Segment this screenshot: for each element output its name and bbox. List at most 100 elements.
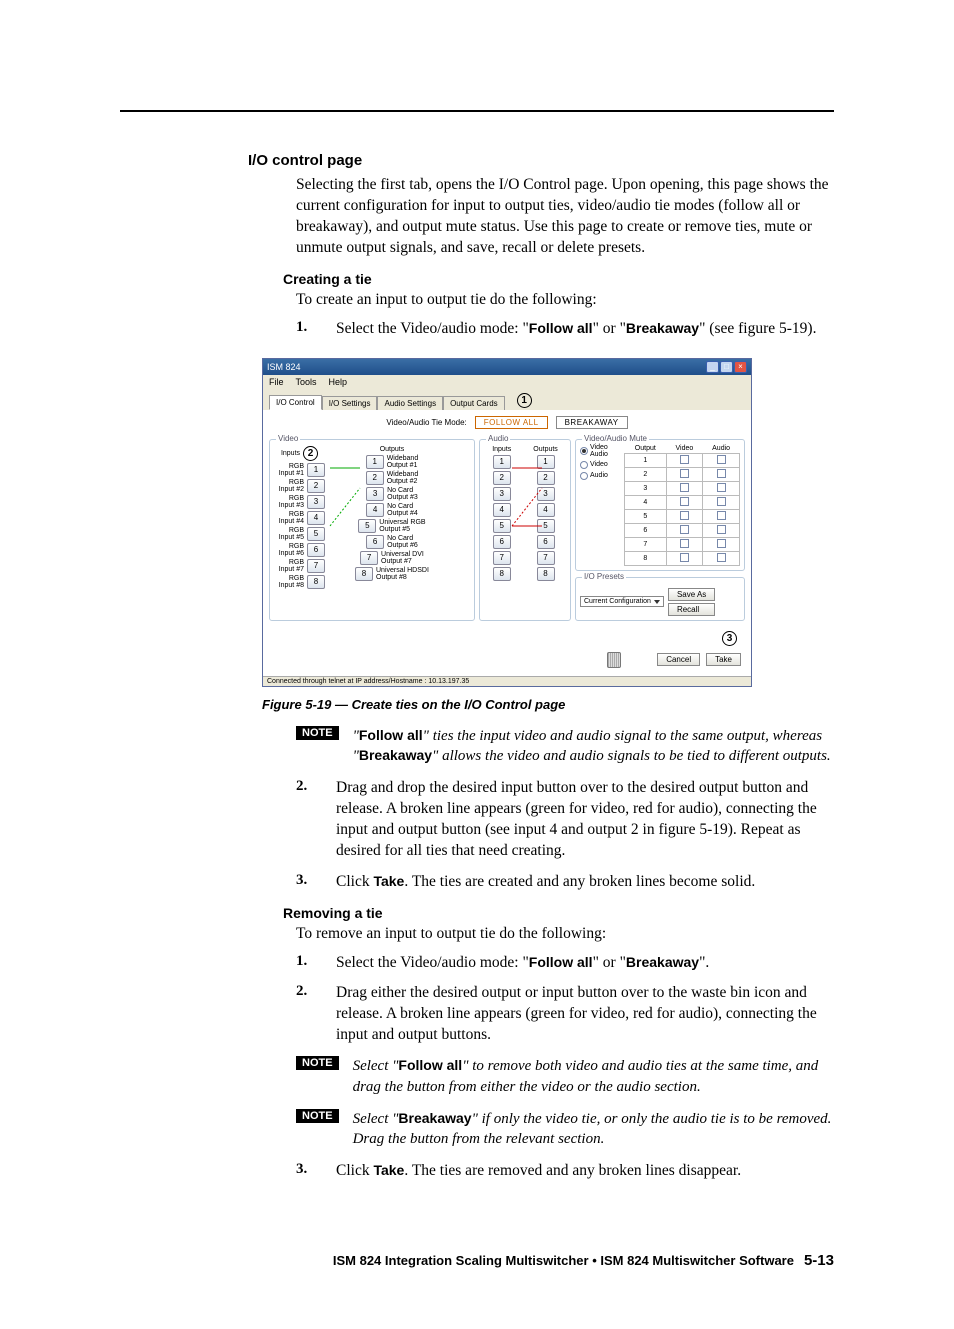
video-input-8[interactable]: 8 <box>307 575 325 589</box>
audio-input-4[interactable]: 4 <box>493 503 511 517</box>
bottom-row: Cancel Take <box>263 648 751 676</box>
mute-radio-col: Video Audio Video Audio <box>580 444 620 566</box>
video-input-7[interactable]: 7 <box>307 559 325 573</box>
audio-output-3[interactable]: 3 <box>537 487 555 501</box>
audio-input-2[interactable]: 2 <box>493 471 511 485</box>
video-output-5[interactable]: 5 <box>358 519 376 533</box>
menu-tools[interactable]: Tools <box>296 377 317 387</box>
video-input-2[interactable]: 2 <box>307 479 325 493</box>
audio-output-7[interactable]: 7 <box>537 551 555 565</box>
video-input-5[interactable]: 5 <box>307 527 325 541</box>
audio-input-1[interactable]: 1 <box>493 455 511 469</box>
video-input-1[interactable]: 1 <box>307 463 325 477</box>
radio-video-audio[interactable]: Video Audio <box>580 444 616 458</box>
audio-inputs-col: Inputs 1 2 3 4 5 6 7 8 <box>492 446 511 581</box>
mode-row: Video/Audio Tie Mode: FOLLOW ALL BREAKAW… <box>263 410 751 435</box>
close-button[interactable]: × <box>734 361 747 373</box>
heading-io-control-page: I/O control page <box>248 152 834 169</box>
video-input-6[interactable]: 6 <box>307 543 325 557</box>
mute-video-checkbox[interactable] <box>680 455 689 464</box>
panels: Video Inputs2 RGBInput #11 RGBInput #22 … <box>263 435 751 631</box>
step-number: 1. <box>296 319 336 340</box>
callout-3: 3 <box>722 631 737 646</box>
app-window: ISM 824 _ □ × File Tools Help I/O Contro… <box>262 358 752 687</box>
mute-row: 3 <box>625 481 740 495</box>
video-output-3[interactable]: 3 <box>366 487 384 501</box>
save-as-button[interactable]: Save As <box>668 588 715 601</box>
audio-input-5[interactable]: 5 <box>493 519 511 533</box>
mute-row: 2 <box>625 467 740 481</box>
page-footer: ISM 824 Integration Scaling Multiswitche… <box>120 1252 834 1269</box>
mute-audio-checkbox[interactable] <box>717 455 726 464</box>
trash-icon[interactable] <box>607 652 621 668</box>
rule-top <box>120 110 834 112</box>
title-bar[interactable]: ISM 824 _ □ × <box>263 359 751 375</box>
note-1: NOTE "Follow all" ties the input video a… <box>296 726 834 767</box>
cancel-button[interactable]: Cancel <box>657 653 700 666</box>
radio-audio[interactable]: Audio <box>580 472 616 480</box>
figure-caption: Figure 5-19 — Create ties on the I/O Con… <box>262 697 834 712</box>
breakaway-button[interactable]: BREAKAWAY <box>556 416 628 429</box>
audio-output-5[interactable]: 5 <box>537 519 555 533</box>
video-output-2[interactable]: 2 <box>366 471 384 485</box>
window-title: ISM 824 <box>267 362 301 372</box>
tab-io-settings[interactable]: I/O Settings <box>322 396 378 410</box>
audio-input-3[interactable]: 3 <box>493 487 511 501</box>
preset-select[interactable]: Current Configuration <box>580 596 664 607</box>
step-text: Select the Video/audio mode: "Follow all… <box>336 319 834 340</box>
heading-creating-tie: Creating a tie <box>283 271 834 287</box>
follow-all-button[interactable]: FOLLOW ALL <box>475 416 548 429</box>
note-3: NOTE Select "Breakaway" if only the vide… <box>296 1109 834 1150</box>
video-input-3[interactable]: 3 <box>307 495 325 509</box>
note-badge: NOTE <box>296 726 339 740</box>
tab-io-control[interactable]: I/O Control <box>269 395 322 410</box>
creating-step-1: 1. Select the Video/audio mode: "Follow … <box>296 319 834 340</box>
audio-outputs-col: Outputs 1 2 3 4 5 6 7 8 <box>533 446 558 581</box>
intro-paragraph: Selecting the first tab, opens the I/O C… <box>296 175 834 259</box>
audio-input-6[interactable]: 6 <box>493 535 511 549</box>
audio-output-8[interactable]: 8 <box>537 567 555 581</box>
preset-group: I/O Presets Current Configuration Save A… <box>575 577 745 621</box>
tab-output-cards[interactable]: Output Cards <box>443 396 505 410</box>
maximize-button[interactable]: □ <box>720 361 733 373</box>
video-output-8[interactable]: 8 <box>355 567 373 581</box>
audio-group: Audio Inputs 1 2 3 4 5 6 7 8 <box>479 439 571 621</box>
video-output-1[interactable]: 1 <box>366 455 384 469</box>
radio-video[interactable]: Video <box>580 461 616 469</box>
audio-input-7[interactable]: 7 <box>493 551 511 565</box>
audio-output-1[interactable]: 1 <box>537 455 555 469</box>
mute-row: 4 <box>625 495 740 509</box>
tab-bar: I/O Control I/O Settings Audio Settings … <box>263 389 751 410</box>
callout-2: 2 <box>303 446 318 461</box>
creating-intro: To create an input to output tie do the … <box>296 290 834 311</box>
menu-file[interactable]: File <box>269 377 284 387</box>
video-input-4[interactable]: 4 <box>307 511 325 525</box>
creating-step-2: 2. Drag and drop the desired input butto… <box>296 778 834 862</box>
audio-output-4[interactable]: 4 <box>537 503 555 517</box>
video-group: Video Inputs2 RGBInput #11 RGBInput #22 … <box>269 439 475 621</box>
audio-input-8[interactable]: 8 <box>493 567 511 581</box>
mute-row: 8 <box>625 551 740 565</box>
audio-output-2[interactable]: 2 <box>537 471 555 485</box>
audio-output-6[interactable]: 6 <box>537 535 555 549</box>
menu-bar: File Tools Help <box>263 375 751 389</box>
heading-removing-tie: Removing a tie <box>283 905 834 921</box>
video-inputs-col: Inputs2 RGBInput #11 RGBInput #22 RGBInp… <box>274 446 325 589</box>
video-output-4[interactable]: 4 <box>366 503 384 517</box>
removing-step-1: 1. Select the Video/audio mode: "Follow … <box>296 953 834 974</box>
menu-help[interactable]: Help <box>329 377 348 387</box>
note-2: NOTE Select "Follow all" to remove both … <box>296 1056 834 1097</box>
callout-1: 1 <box>517 393 532 408</box>
minimize-button[interactable]: _ <box>706 361 719 373</box>
chevron-down-icon <box>654 600 660 604</box>
removing-step-3: 3. Click Take. The ties are removed and … <box>296 1161 834 1182</box>
tab-audio-settings[interactable]: Audio Settings <box>377 396 443 410</box>
mute-table: OutputVideoAudio 1 2 3 4 5 6 7 8 <box>624 444 740 566</box>
video-output-6[interactable]: 6 <box>366 535 384 549</box>
video-output-7[interactable]: 7 <box>360 551 378 565</box>
status-bar: Connected through telnet at IP address/H… <box>263 676 751 686</box>
recall-button[interactable]: Recall <box>668 603 715 616</box>
note-text: "Follow all" ties the input video and au… <box>353 726 834 767</box>
take-button[interactable]: Take <box>706 653 741 666</box>
removing-intro: To remove an input to output tie do the … <box>296 924 834 945</box>
